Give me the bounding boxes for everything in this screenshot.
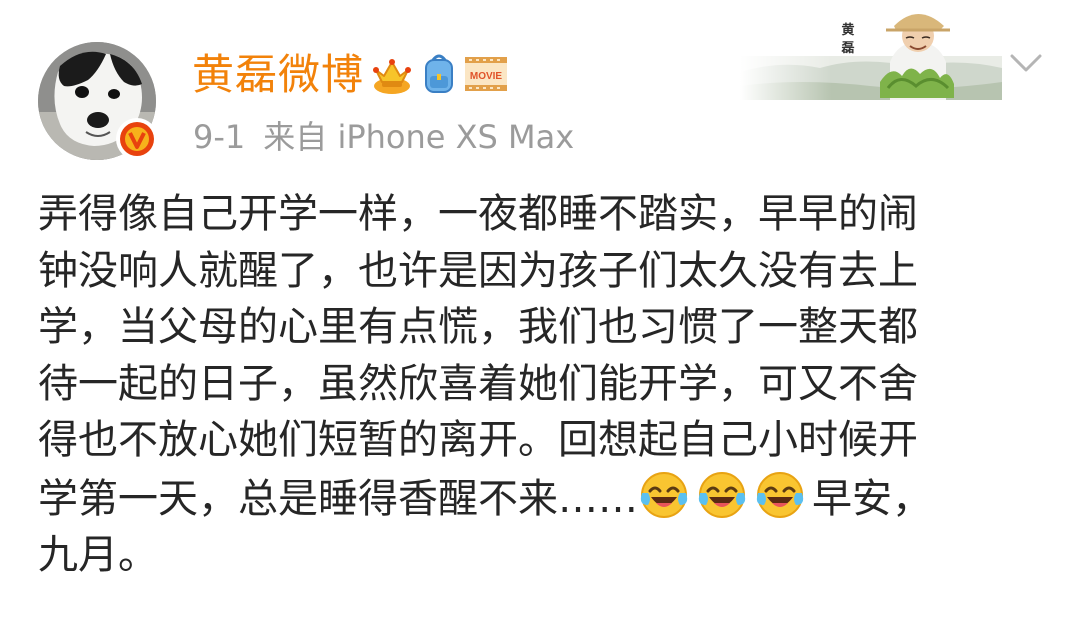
post-time[interactable]: 9-1	[193, 118, 245, 156]
laughing-tears-icon	[756, 471, 804, 518]
chevron-down-icon	[1010, 54, 1042, 72]
user-badges: MOVIE	[370, 52, 508, 96]
expand-menu-button[interactable]	[1006, 48, 1046, 78]
laughing-tears-icon	[640, 471, 688, 518]
post-line: 弄得像自己开学一样，一夜都睡不踏实，早早的闹	[38, 191, 918, 237]
laughing-tears-emoji	[754, 469, 806, 521]
post-line: 九月。	[38, 532, 158, 578]
post-line: 钟没响人就醒了，也许是因为孩子们太久没有去上	[38, 247, 918, 294]
crown-icon[interactable]	[370, 52, 414, 96]
post-line: 早安，	[812, 475, 932, 522]
laughing-tears-emoji	[638, 469, 690, 521]
laughing-tears-emoji	[696, 469, 748, 521]
post-line: 学第一天，总是睡得香醒不来……	[38, 475, 638, 522]
post-line: 待一起的日子，虽然欣喜着她们能开学，可又不舍	[38, 360, 918, 407]
laughing-tears-icon	[698, 471, 746, 518]
post-line: 学，当父母的心里有点慌，我们也习惯了一整天都	[38, 304, 918, 350]
movie-badge-label: MOVIE	[470, 71, 503, 82]
post-line-with-emoji: 学第一天，总是睡得香醒不来…… 早安，	[38, 469, 1048, 528]
post-meta: 9-1 来自 iPhone XS Max	[193, 117, 574, 157]
user-name[interactable]: 黄磊微博	[192, 50, 364, 100]
header-card-name: 黄磊	[841, 23, 855, 56]
post-source: 来自 iPhone XS Max	[263, 118, 575, 156]
header-card-image[interactable]	[740, 2, 1002, 100]
movie-badge-icon[interactable]: MOVIE	[464, 54, 508, 94]
post-content: 弄得像自己开学一样，一夜都睡不踏实，早早的闹 钟没响人就醒了，也许是因为孩子们太…	[38, 186, 1048, 584]
verified-v-icon	[120, 122, 154, 156]
verified-badge	[116, 118, 158, 160]
post-line: 得也不放心她们短暂的离开。回想起自己小时候开	[38, 417, 918, 463]
backpack-icon[interactable]	[420, 52, 458, 96]
